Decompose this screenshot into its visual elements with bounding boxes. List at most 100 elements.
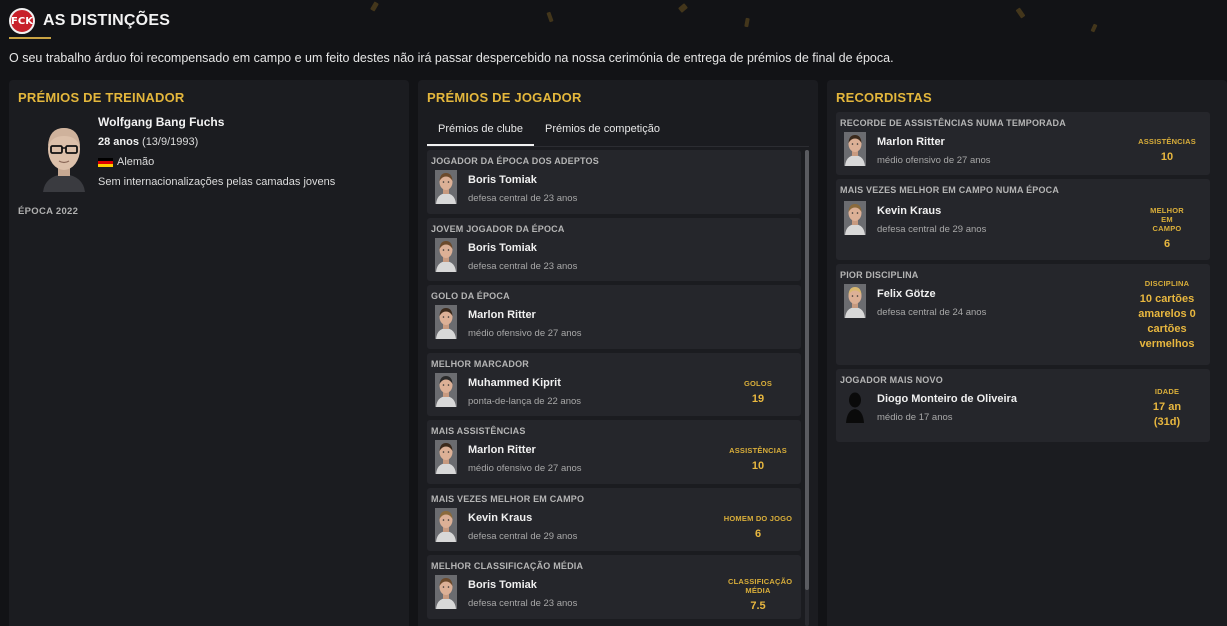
confetti-decoration [546, 11, 554, 23]
player-description: médio ofensivo de 27 anos [468, 328, 582, 339]
award-category: JOGADOR MAIS NOVO [840, 375, 943, 385]
stat-label: IDADE [1154, 387, 1180, 396]
stat-label: DISCIPLINA [1144, 279, 1190, 288]
stat-label: CLASSIFICAÇÃO MÉDIA [728, 577, 793, 595]
coach-nationality-label: Alemão [117, 156, 155, 168]
stat-label: HOMEM DO JOGO [723, 513, 793, 523]
player-name[interactable]: Marlon Ritter [468, 309, 536, 321]
player-description: ponta-de-lança de 22 anos [468, 395, 582, 407]
player-portrait[interactable] [435, 305, 457, 339]
award-tabs: Prémios de clube Prémios de competição [427, 118, 671, 146]
player-name[interactable]: Muhammed Kiprit [468, 377, 561, 389]
award-stat: ASSISTÊNCIAS 10 [715, 446, 801, 474]
player-portrait[interactable] [844, 201, 866, 235]
records-title: RECORDISTAS [836, 90, 932, 105]
stat-value: 6 [754, 527, 762, 540]
stat-value: 19 [751, 392, 765, 405]
player-name[interactable]: Boris Tomiak [468, 242, 537, 254]
player-description: defesa central de 24 anos [877, 307, 987, 318]
award-card-melhor-classificacao-media[interactable]: MELHOR CLASSIFICAÇÃO MÉDIA Boris Tomiak de… [427, 555, 801, 619]
player-name[interactable]: Marlon Ritter [877, 136, 945, 148]
club-logo: FCK [9, 8, 35, 34]
stat-value: 10 [1160, 151, 1174, 163]
player-description: médio de 17 anos [877, 412, 953, 423]
tab-club-awards[interactable]: Prémios de clube [427, 118, 534, 146]
player-portrait[interactable] [435, 440, 457, 474]
coach-season: ÉPOCA 2022 [18, 206, 79, 217]
record-card-jogador-mais-novo[interactable]: JOGADOR MAIS NOVO Diogo Monteiro de Olive… [836, 369, 1210, 442]
award-category: MELHOR CLASSIFICAÇÃO MÉDIA [431, 561, 584, 571]
player-name[interactable]: Boris Tomiak [468, 579, 537, 591]
player-portrait[interactable] [844, 284, 866, 318]
records-panel: RECORDISTAS RECORDE DE ASSISTÊNCIAS NUMA… [827, 80, 1227, 626]
coach-nationality: Alemão [98, 156, 154, 168]
award-category: JOVEM JOGADOR DA ÉPOCA [431, 223, 565, 234]
player-description: defesa central de 23 anos [468, 598, 578, 609]
award-category: MAIS VEZES MELHOR EM CAMPO [431, 493, 585, 504]
coach-age-value: 28 anos [98, 136, 139, 148]
award-card-mais-vezes-melhor-em-campo[interactable]: MAIS VEZES MELHOR EM CAMPO Kevin Kraus def… [427, 487, 801, 551]
award-category: RECORDE DE ASSISTÊNCIAS NUMA TEMPORADA [840, 118, 1066, 128]
award-stat: MELHOR EM CAMPO 6 [1124, 206, 1210, 252]
player-name[interactable]: Kevin Kraus [468, 512, 532, 524]
confetti-decoration [1015, 7, 1026, 19]
player-award-list: JOGADOR DA ÉPOCA DOS ADEPTOS Boris Tomiak… [427, 150, 801, 623]
stat-value: 10 [751, 460, 765, 472]
award-stat: GOLOS 19 [715, 379, 801, 407]
player-name[interactable]: Diogo Monteiro de Oliveira [877, 393, 1017, 405]
player-description: defesa central de 23 anos [468, 193, 578, 204]
player-name[interactable]: Felix Götze [877, 288, 936, 300]
player-portrait[interactable] [435, 507, 457, 542]
player-description: defesa central de 29 anos [468, 530, 578, 542]
player-portrait[interactable] [435, 170, 457, 204]
coach-age: 28 anos (13/9/1993) [98, 136, 198, 148]
stat-value: 7.5 [750, 600, 766, 612]
title-underline [9, 37, 51, 39]
award-category: JOGADOR DA ÉPOCA DOS ADEPTOS [431, 156, 599, 166]
player-name[interactable]: Marlon Ritter [468, 444, 536, 456]
player-portrait[interactable] [844, 389, 866, 423]
award-category: MAIS ASSISTÊNCIAS [431, 426, 526, 436]
stat-value: 10 cartões amarelos 0 cartões vermelhos [1138, 293, 1196, 350]
stat-label: ASSISTÊNCIAS [1138, 137, 1196, 146]
player-portrait[interactable] [435, 372, 457, 407]
award-stat: ASSISTÊNCIAS 10 [1124, 137, 1210, 165]
award-card-melhor-marcador[interactable]: MELHOR MARCADOR Muhammed Kiprit ponta-de-l… [427, 352, 801, 416]
coach-name[interactable]: Wolfgang Bang Fuchs [98, 115, 224, 129]
award-card-jovem-jogador-da-epoca[interactable]: JOVEM JOGADOR DA ÉPOCA Boris Tomiak defesa… [427, 217, 801, 281]
records-list: RECORDE DE ASSISTÊNCIAS NUMA TEMPORADA Ma… [836, 112, 1210, 446]
confetti-decoration [370, 1, 379, 12]
confetti-decoration [678, 3, 688, 13]
germany-flag-icon [98, 157, 113, 167]
stat-value: 17 an (31d) [1152, 401, 1182, 428]
award-category: MAIS VEZES MELHOR EM CAMPO NUMA ÉPOCA [840, 185, 1060, 195]
player-name[interactable]: Boris Tomiak [468, 174, 537, 186]
award-category: MELHOR MARCADOR [431, 358, 529, 369]
tab-competition-awards[interactable]: Prémios de competição [534, 118, 671, 146]
award-list-scrollbar[interactable] [805, 150, 809, 626]
award-stat: DISCIPLINA 10 cartões amarelos 0 cartões … [1124, 279, 1210, 352]
confetti-decoration [1090, 23, 1098, 33]
record-card-recorde-de-assistencias-numa-temporada[interactable]: RECORDE DE ASSISTÊNCIAS NUMA TEMPORADA Ma… [836, 112, 1210, 175]
player-awards-panel: PRÉMIOS DE JOGADOR Prémios de clube Prém… [418, 80, 818, 626]
coach-internationals: Sem internacionalizações pelas camadas j… [98, 176, 336, 188]
coach-portrait [43, 128, 85, 192]
award-card-jogador-da-epoca-dos-adeptos[interactable]: JOGADOR DA ÉPOCA DOS ADEPTOS Boris Tomiak… [427, 150, 801, 214]
page-header: FCK AS DISTINÇÕES [9, 6, 170, 36]
confetti-decoration [744, 17, 750, 28]
award-card-golo-da-epoca[interactable]: GOLO DA ÉPOCA Marlon Ritter médio ofensivo… [427, 285, 801, 349]
player-portrait[interactable] [435, 237, 457, 272]
tabs-divider [427, 146, 809, 147]
stat-value: 6 [1163, 238, 1171, 250]
coach-awards-title: PRÉMIOS DE TREINADOR [18, 90, 185, 105]
record-card-mais-vezes-melhor-em-campo-numa-epoca[interactable]: MAIS VEZES MELHOR EM CAMPO NUMA ÉPOCA Kev… [836, 179, 1210, 260]
scrollbar-thumb[interactable] [805, 150, 809, 590]
player-portrait[interactable] [435, 575, 457, 609]
player-name[interactable]: Kevin Kraus [877, 205, 941, 217]
award-category: GOLO DA ÉPOCA [431, 291, 510, 301]
player-description: defesa central de 23 anos [468, 260, 578, 272]
record-card-pior-disciplina[interactable]: PIOR DISCIPLINA Felix Götze defesa central… [836, 264, 1210, 365]
award-card-mais-assistencias[interactable]: MAIS ASSISTÊNCIAS Marlon Ritter médio ofen… [427, 420, 801, 484]
player-portrait[interactable] [844, 132, 866, 166]
stat-label: ASSISTÊNCIAS [729, 446, 787, 455]
